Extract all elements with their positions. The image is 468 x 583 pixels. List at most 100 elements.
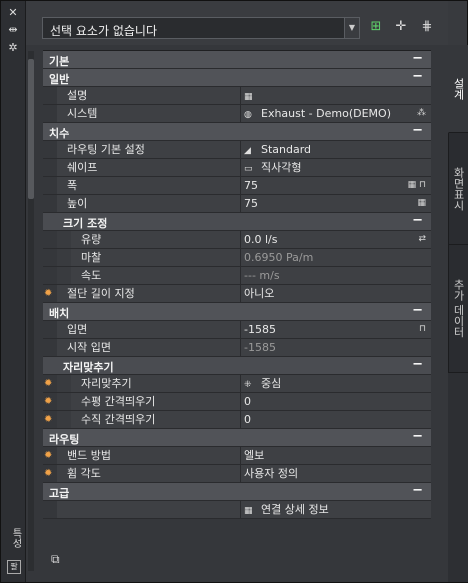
property-action-icon[interactable]: ▦ ⊓	[408, 180, 426, 190]
property-name: 시스템	[65, 105, 240, 122]
property-row[interactable]: ✹ 휨 각도 사용자 정의	[43, 465, 431, 483]
property-row[interactable]: 시스템 ◍ Exhaust - Demo(DEMO) ⁂	[43, 105, 431, 123]
property-row[interactable]: 마찰 0.6950 Pa/m	[43, 249, 431, 267]
toolbar: 선택 요소가 없습니다 ▼ ⊞ ✛ ⋕	[26, 1, 448, 45]
property-value[interactable]: 0.0 l/s	[240, 231, 431, 248]
collapse-icon[interactable]: −	[412, 483, 423, 498]
collapse-icon[interactable]: −	[412, 51, 423, 66]
property-value[interactable]: 75	[240, 177, 431, 194]
row-gutter	[43, 321, 57, 338]
property-value[interactable]: 사용자 정의	[240, 465, 431, 482]
property-action-icon[interactable]: ⊓	[419, 324, 426, 334]
row-indent	[57, 267, 71, 284]
collapse-icon[interactable]: −	[412, 123, 423, 138]
property-value-text: 직사각형	[261, 161, 302, 174]
collapse-icon[interactable]: −	[412, 429, 423, 444]
properties-palette: ✕ ⇹ ✲ 특성 팔 선택 요소가 없습니다 ▼ ⊞ ✛ ⋕ 기본 − 일반 − 설명 ▦…	[0, 0, 468, 583]
collapse-icon[interactable]: −	[412, 213, 423, 228]
settings-icon[interactable]: ✲	[6, 42, 20, 54]
select-objects-icon[interactable]: ✛	[392, 18, 410, 36]
property-value[interactable]: 아니오	[240, 285, 431, 302]
row-gutter	[43, 87, 57, 104]
property-name: 시작 입면	[65, 339, 240, 356]
category-name: 고급	[49, 487, 70, 500]
property-name: 높이	[65, 195, 240, 212]
property-value[interactable]: 0	[240, 393, 431, 410]
property-name: 유량	[79, 231, 240, 248]
property-row[interactable]: ✹ 자리맞추기 ⁜ 중심	[43, 375, 431, 393]
category-header[interactable]: 고급 −	[43, 483, 431, 501]
property-row[interactable]: 폭 75 ▦ ⊓	[43, 177, 431, 195]
property-row[interactable]: 쉐이프 ▭ 직사각형	[43, 159, 431, 177]
property-row[interactable]: ✹ 절단 길이 지정 아니오	[43, 285, 431, 303]
property-row[interactable]: 높이 75 ▦	[43, 195, 431, 213]
property-row[interactable]: 설명 ▦	[43, 87, 431, 105]
property-action-icon[interactable]: ⇄	[418, 234, 426, 244]
close-icon[interactable]: ✕	[6, 7, 20, 19]
property-value-text: 0	[244, 413, 251, 426]
add-object-icon[interactable]: ⊞	[367, 18, 385, 36]
property-value[interactable]: ▦ 연결 상세 정보	[240, 501, 431, 518]
category-header[interactable]: 라우팅 −	[43, 429, 431, 447]
category-name: 배치	[49, 307, 70, 320]
category-name: 크기 조정	[63, 217, 108, 230]
property-value[interactable]: -1585	[240, 321, 431, 338]
property-value[interactable]: 엘보	[240, 447, 431, 464]
selection-dropdown[interactable]: 선택 요소가 없습니다 ▼	[42, 17, 360, 39]
property-row[interactable]: ✹ 수직 간격띄우기 0	[43, 411, 431, 429]
property-value[interactable]: ◍ Exhaust - Demo(DEMO)	[240, 105, 431, 122]
category-header[interactable]: 치수 −	[43, 123, 431, 141]
property-value[interactable]: ⁜ 중심	[240, 375, 431, 392]
property-action-icon[interactable]: ▦	[417, 198, 426, 208]
row-indent	[57, 393, 71, 410]
category-header[interactable]: 배치 −	[43, 303, 431, 321]
row-gutter	[43, 249, 57, 266]
tab-2[interactable]: 추가 데이터	[448, 245, 468, 373]
property-value[interactable]: ▦	[240, 87, 431, 104]
property-value-text: 75	[244, 197, 258, 210]
property-value[interactable]: 0	[240, 411, 431, 428]
property-name: 라우팅 기본 설정	[65, 141, 240, 158]
tab-1[interactable]: 화면표시	[448, 133, 468, 245]
value-icon: ◢	[244, 146, 251, 156]
modified-star-icon: ✹	[44, 378, 53, 389]
property-row[interactable]: 시작 입면 -1585	[43, 339, 431, 357]
subcategory-header[interactable]: 크기 조정 −	[43, 213, 431, 231]
property-name: 설명	[65, 87, 240, 104]
palette-options-icon[interactable]: ⧉	[51, 552, 60, 567]
pin-icon[interactable]: ⇹	[6, 24, 20, 36]
property-row[interactable]: ▦ 연결 상세 정보	[43, 501, 431, 519]
row-gutter	[43, 195, 57, 212]
property-row[interactable]: 입면 -1585 ⊓	[43, 321, 431, 339]
category-header[interactable]: 일반 −	[43, 69, 431, 87]
quick-select-icon[interactable]: ⋕	[418, 18, 436, 36]
property-grid: 기본 − 일반 − 설명 ▦ 시스템 ◍ Exhaust - Demo(DEMO) ⁂ 치수 − 라우팅…	[43, 50, 431, 543]
property-value-text: Exhaust - Demo(DEMO)	[261, 107, 391, 120]
property-value[interactable]: ◢ Standard	[240, 141, 431, 158]
property-row[interactable]: 라우팅 기본 설정 ◢ Standard	[43, 141, 431, 159]
collapse-icon[interactable]: −	[412, 69, 423, 84]
property-row[interactable]: ✹ 수평 간격띄우기 0	[43, 393, 431, 411]
scrollbar-thumb[interactable]	[28, 59, 34, 199]
tab-0[interactable]: 설계	[448, 45, 468, 133]
row-gutter	[43, 339, 57, 356]
property-row[interactable]: 속도 --- m/s	[43, 267, 431, 285]
row-gutter	[43, 177, 57, 194]
property-value: -1585	[240, 339, 431, 356]
property-name: 휨 각도	[65, 465, 240, 482]
property-row[interactable]: 유량 0.0 l/s ⇄	[43, 231, 431, 249]
chevron-down-icon[interactable]: ▼	[344, 18, 359, 38]
property-value-text: 중심	[261, 377, 282, 390]
collapse-icon[interactable]: −	[412, 357, 423, 372]
property-name: 수평 간격띄우기	[79, 393, 240, 410]
property-action-icon[interactable]: ⁂	[417, 108, 426, 118]
row-gutter	[43, 141, 57, 158]
property-value[interactable]: 75	[240, 195, 431, 212]
property-value-text: --- m/s	[244, 269, 280, 282]
subcategory-header[interactable]: 자리맞추기 −	[43, 357, 431, 375]
collapse-icon[interactable]: −	[412, 303, 423, 318]
scrollbar[interactable]	[28, 51, 34, 571]
category-header[interactable]: 기본 −	[43, 51, 431, 69]
property-row[interactable]: ✹ 밴드 방법 엘보	[43, 447, 431, 465]
property-value[interactable]: ▭ 직사각형	[240, 159, 431, 176]
